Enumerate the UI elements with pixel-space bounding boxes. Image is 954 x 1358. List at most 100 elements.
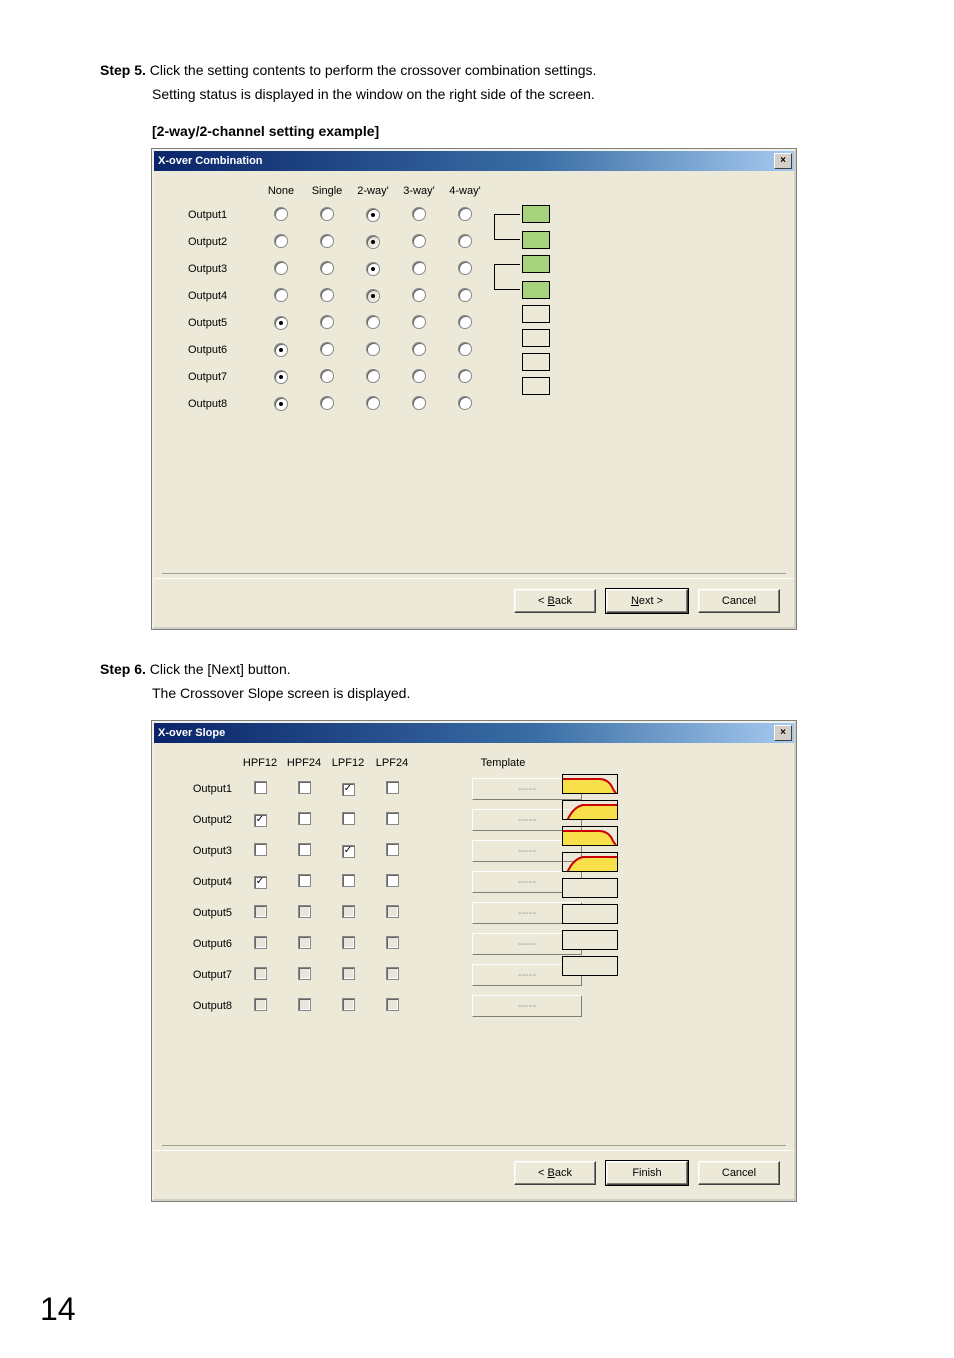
checkbox[interactable]: [254, 876, 267, 889]
checkbox[interactable]: [298, 781, 311, 794]
finish-button[interactable]: Finish: [606, 1161, 688, 1185]
step5-heading: Step 5. Click the setting contents to pe…: [100, 60, 884, 80]
radio-option[interactable]: [320, 342, 334, 356]
row-label: Output1: [188, 209, 258, 221]
radio-option: [366, 235, 380, 249]
radio-option[interactable]: [366, 342, 380, 356]
column-header: Template: [414, 757, 592, 769]
radio-option[interactable]: [458, 207, 472, 221]
radio-option[interactable]: [458, 234, 472, 248]
column-header: 2-way': [350, 185, 396, 197]
radio-option[interactable]: [320, 288, 334, 302]
radio-option[interactable]: [412, 369, 426, 383]
checkbox[interactable]: [342, 783, 355, 796]
checkbox[interactable]: [254, 843, 267, 856]
next-button[interactable]: Next >: [606, 589, 688, 613]
preview-single: [494, 377, 550, 395]
checkbox[interactable]: [342, 845, 355, 858]
radio-option[interactable]: [412, 315, 426, 329]
dialog2-preview-column: [562, 774, 618, 976]
radio-option[interactable]: [366, 315, 380, 329]
slope-preview: [562, 826, 618, 846]
radio-option[interactable]: [274, 316, 288, 330]
radio-option[interactable]: [458, 288, 472, 302]
column-header: 3-way': [396, 185, 442, 197]
preview-box: [522, 353, 550, 371]
preview-box: [522, 329, 550, 347]
row-label: Output6: [180, 938, 238, 950]
radio-option[interactable]: [320, 396, 334, 410]
radio-option[interactable]: [366, 262, 380, 276]
checkbox: [298, 998, 311, 1011]
radio-option[interactable]: [412, 234, 426, 248]
radio-option[interactable]: [320, 261, 334, 275]
radio-option: [366, 289, 380, 303]
radio-option[interactable]: [274, 234, 288, 248]
radio-option[interactable]: [274, 343, 288, 357]
radio-option[interactable]: [458, 369, 472, 383]
radio-option[interactable]: [412, 342, 426, 356]
checkbox: [342, 998, 355, 1011]
checkbox[interactable]: [298, 812, 311, 825]
row-label: Output4: [180, 876, 238, 888]
checkbox[interactable]: [298, 874, 311, 887]
radio-option[interactable]: [458, 342, 472, 356]
radio-option[interactable]: [320, 207, 334, 221]
dialog1-preview-column: [494, 205, 550, 395]
radio-option[interactable]: [320, 315, 334, 329]
radio-option[interactable]: [366, 208, 380, 222]
checkbox: [386, 905, 399, 918]
radio-option[interactable]: [366, 369, 380, 383]
checkbox[interactable]: [386, 874, 399, 887]
step5-text1: Click the setting contents to perform th…: [150, 62, 597, 78]
radio-option[interactable]: [366, 396, 380, 410]
back-button[interactable]: < Back: [514, 589, 596, 613]
radio-option[interactable]: [274, 397, 288, 411]
column-header: HPF12: [238, 757, 282, 769]
cancel-button[interactable]: Cancel: [698, 589, 780, 613]
checkbox[interactable]: [386, 843, 399, 856]
preview-box: [522, 255, 550, 273]
step6-heading: Step 6. Click the [Next] button.: [100, 659, 884, 679]
radio-option[interactable]: [320, 234, 334, 248]
back-button[interactable]: < Back: [514, 1161, 596, 1185]
row-label: Output4: [188, 290, 258, 302]
checkbox[interactable]: [254, 781, 267, 794]
radio-option[interactable]: [274, 288, 288, 302]
checkbox: [254, 936, 267, 949]
checkbox: [298, 905, 311, 918]
checkbox[interactable]: [342, 812, 355, 825]
checkbox[interactable]: [298, 843, 311, 856]
preview-box: [522, 305, 550, 323]
close-icon[interactable]: ×: [774, 725, 792, 741]
radio-option[interactable]: [458, 315, 472, 329]
radio-option[interactable]: [412, 396, 426, 410]
close-icon[interactable]: ×: [774, 153, 792, 169]
preview-single: [494, 329, 550, 347]
preview-single: [494, 353, 550, 371]
radio-option[interactable]: [412, 261, 426, 275]
checkbox[interactable]: [342, 874, 355, 887]
checkbox: [254, 967, 267, 980]
step6-text2: The Crossover Slope screen is displayed.: [152, 683, 884, 703]
radio-option[interactable]: [274, 370, 288, 384]
radio-option[interactable]: [458, 396, 472, 410]
preview-box: [522, 377, 550, 395]
checkbox: [342, 905, 355, 918]
column-header: Single: [304, 185, 350, 197]
radio-option[interactable]: [412, 207, 426, 221]
xover-combination-dialog: X-over Combination × NoneSingle2-way'3-w…: [152, 149, 796, 629]
dialog1-title: X-over Combination: [158, 155, 263, 167]
cancel-button[interactable]: Cancel: [698, 1161, 780, 1185]
preview-pair: [494, 255, 550, 299]
checkbox[interactable]: [386, 812, 399, 825]
radio-option[interactable]: [320, 369, 334, 383]
radio-option[interactable]: [274, 261, 288, 275]
radio-option[interactable]: [458, 261, 472, 275]
radio-option[interactable]: [412, 288, 426, 302]
checkbox[interactable]: [386, 781, 399, 794]
checkbox[interactable]: [254, 814, 267, 827]
radio-option[interactable]: [274, 207, 288, 221]
step6-text1: Click the [Next] button.: [150, 661, 291, 677]
checkbox: [342, 936, 355, 949]
